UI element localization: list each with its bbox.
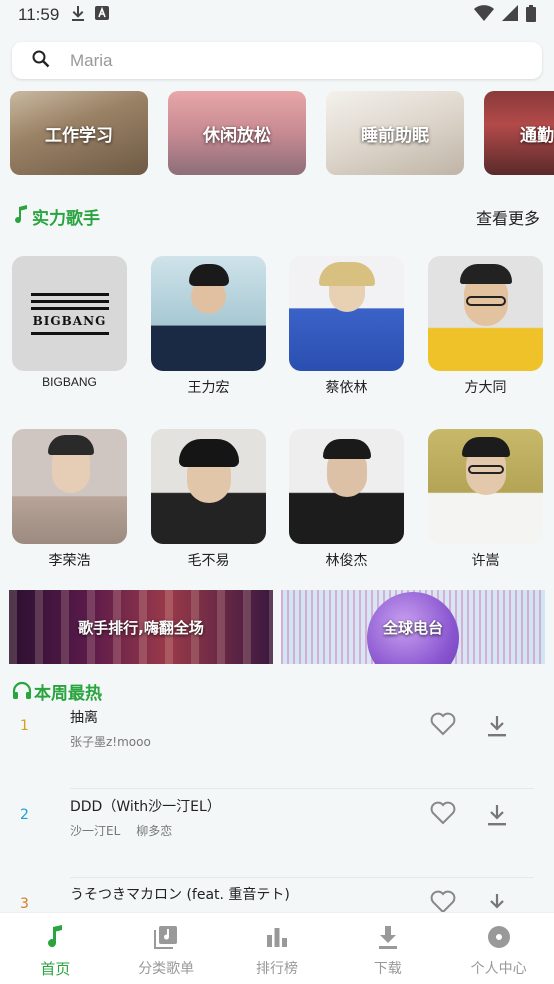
search-input[interactable] <box>70 50 490 71</box>
download-icon[interactable] <box>486 714 508 742</box>
banner-label: 全球电台 <box>382 618 443 637</box>
singer-avatar <box>428 429 543 544</box>
music-note-icon <box>46 925 64 953</box>
song-rank: 1 <box>20 718 29 734</box>
song-title: 抽离 <box>70 710 98 726</box>
search-bar[interactable] <box>12 42 542 79</box>
banner-singer-ranking[interactable]: 歌手排行,嗨翻全场 <box>9 590 273 664</box>
heart-icon[interactable] <box>430 712 456 740</box>
singer-name: 许嵩 <box>471 553 500 569</box>
nav-label: 下载 <box>373 961 402 977</box>
song-artist: 沙一汀EL <box>70 824 121 838</box>
singer-card[interactable]: BIGBANG BIGBANG <box>12 256 127 389</box>
download-icon <box>376 925 400 953</box>
singer-avatar <box>151 256 266 371</box>
nav-home[interactable]: 首页 <box>0 913 111 984</box>
singer-card[interactable]: 毛不易 <box>151 429 266 570</box>
singer-name: 蔡依林 <box>325 380 368 396</box>
signal-icon <box>502 5 518 25</box>
singers-section-title: 实力歌手 <box>32 209 100 229</box>
heart-icon[interactable] <box>430 801 456 829</box>
singer-card[interactable]: 许嵩 <box>428 429 543 570</box>
nav-categories[interactable]: 分类歌单 <box>111 913 222 984</box>
category-label: 休闲放松 <box>203 125 271 146</box>
category-card-relax[interactable]: 休闲放松 <box>168 91 306 175</box>
download-icon[interactable] <box>486 803 508 831</box>
song-rank: 3 <box>20 896 29 912</box>
status-right <box>474 4 536 26</box>
song-rank: 2 <box>20 807 29 823</box>
song-row[interactable]: 2 DDD（With沙一汀EL） 沙一汀EL 柳多恋 <box>0 789 554 878</box>
search-icon <box>32 50 50 72</box>
disc-icon <box>487 925 511 953</box>
status-time: 11:59 <box>18 5 60 24</box>
nav-label: 分类歌单 <box>138 961 195 977</box>
music-note-icon <box>14 204 28 229</box>
category-card-commute[interactable]: 通勤 <box>484 91 554 175</box>
nav-charts[interactable]: 排行榜 <box>222 913 333 984</box>
singer-avatar <box>289 256 404 371</box>
singer-avatar <box>12 429 127 544</box>
song-artist: 张子墨z!mooo <box>70 735 151 749</box>
category-label: 工作学习 <box>45 125 113 146</box>
singer-card[interactable]: 蔡依林 <box>289 256 404 397</box>
banner-label: 歌手排行,嗨翻全场 <box>78 618 204 637</box>
wifi-icon <box>474 5 494 25</box>
song-artist: 柳多恋 <box>136 824 173 838</box>
singer-name: 林俊杰 <box>325 553 368 569</box>
nav-label: 排行榜 <box>255 961 298 977</box>
singer-name: 李荣浩 <box>48 553 91 569</box>
song-artists: 张子墨z!mooo <box>70 733 151 750</box>
nav-label: 首页 <box>40 960 71 978</box>
download-status-icon <box>71 5 85 25</box>
singer-avatar <box>151 429 266 544</box>
singer-avatar <box>428 256 543 371</box>
singer-name: 方大同 <box>464 380 507 396</box>
singer-avatar: BIGBANG <box>12 256 127 371</box>
singer-name: 毛不易 <box>187 553 230 569</box>
song-title: DDD（With沙一汀EL） <box>70 799 221 815</box>
nav-profile[interactable]: 个人中心 <box>443 913 554 984</box>
see-more-link[interactable]: 查看更多 <box>476 205 540 229</box>
nav-label: 个人中心 <box>470 961 527 977</box>
category-row: 工作学习 休闲放松 睡前助眠 通勤 <box>10 91 554 175</box>
bigbang-logo: BIGBANG <box>32 313 107 328</box>
singer-card[interactable]: 方大同 <box>428 256 543 397</box>
bottom-nav: 首页 分类歌单 排行榜 下载 个人中心 <box>0 912 554 984</box>
singers-section-header: 实力歌手 查看更多 <box>14 204 540 229</box>
heart-icon[interactable] <box>430 890 456 912</box>
download-icon[interactable] <box>486 892 508 912</box>
category-label: 睡前助眠 <box>361 125 429 146</box>
singer-card[interactable]: 王力宏 <box>151 256 266 397</box>
banner-global-radio[interactable]: 全球电台 <box>281 590 545 664</box>
singer-name: 王力宏 <box>187 380 230 396</box>
battery-icon <box>526 4 536 26</box>
status-bar: 11:59 <box>0 0 554 30</box>
nav-downloads[interactable]: 下载 <box>332 913 443 984</box>
song-title: うそつきマカロン (feat. 重音テト) <box>70 887 290 903</box>
category-card-sleep[interactable]: 睡前助眠 <box>326 91 464 175</box>
song-row[interactable]: 3 うそつきマカロン (feat. 重音テト) <box>0 878 554 912</box>
bar-chart-icon <box>265 925 289 953</box>
category-label: 通勤 <box>520 125 554 146</box>
singer-card[interactable]: 李荣浩 <box>12 429 127 570</box>
singer-card[interactable]: 林俊杰 <box>289 429 404 570</box>
app-status-icon <box>95 6 110 24</box>
song-artists: 沙一汀EL 柳多恋 <box>70 822 172 839</box>
singer-name: BIGBANG <box>42 375 97 389</box>
category-card-work-study[interactable]: 工作学习 <box>10 91 148 175</box>
playlist-icon <box>154 925 178 953</box>
singer-avatar <box>289 429 404 544</box>
song-row[interactable]: 1 抽离 张子墨z!mooo <box>0 700 554 789</box>
